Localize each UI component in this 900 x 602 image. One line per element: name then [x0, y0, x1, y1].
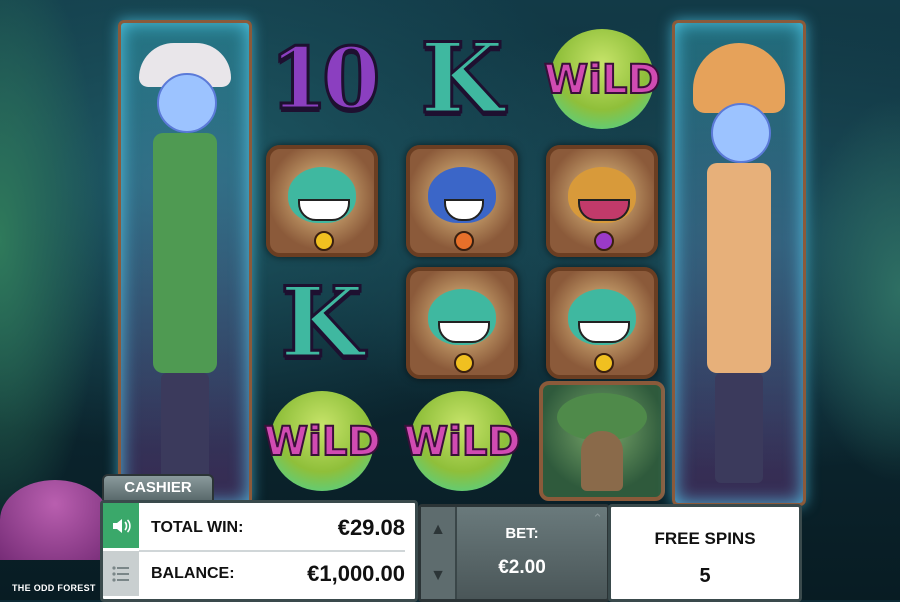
yellow-gem-icon [314, 231, 334, 251]
wild-symbol-text: WiLD [403, 418, 522, 466]
symbol-red-horned-monster [538, 264, 666, 382]
bet-value: €2.00 [498, 557, 546, 578]
ten-symbol-text: 10 [268, 29, 382, 128]
bet-selector: ▲ ▼ ⌃ BET: €2.00 [418, 504, 610, 602]
symbol-king: K [258, 264, 386, 382]
symbol-lion-monster [538, 142, 666, 260]
mushroom-decoration [0, 480, 110, 560]
king-symbol-text: K [279, 266, 365, 379]
cashier-button[interactable]: CASHIER [102, 474, 214, 500]
sound-button[interactable] [103, 503, 139, 548]
win-balance-box: TOTAL WIN: €29.08 BALANCE: €1,000.00 [100, 500, 418, 602]
speaker-icon [113, 518, 131, 533]
elf-character-symbol [135, 43, 235, 483]
elf-legs [161, 373, 209, 483]
chevron-up-icon: ▲ [430, 521, 446, 538]
free-spins-count: 5 [699, 565, 711, 587]
symbol-king: K [398, 20, 526, 138]
bet-decrease-button[interactable]: ▼ [421, 553, 455, 599]
wild-symbol-text: WiLD [263, 418, 382, 466]
menu-icon [112, 565, 129, 582]
free-spins-label: FREE SPINS [654, 529, 756, 548]
mushroom-boy-character-symbol [689, 43, 789, 483]
symbol-blue-monster [398, 142, 526, 260]
symbol-red-horned-monster [258, 142, 386, 260]
elf-body [153, 133, 217, 373]
orange-gem-icon [454, 231, 474, 251]
symbol-ten: 10 [258, 20, 386, 138]
symbol-tree-spirit [538, 381, 666, 501]
chevron-up-icon: ⌃ [592, 511, 603, 526]
symbol-wild: WiLD [538, 20, 666, 138]
symbol-wild: WiLD [398, 382, 526, 500]
total-win-value: €29.08 [337, 514, 405, 540]
balance-row: BALANCE: €1,000.00 [139, 551, 405, 596]
reel-4: WiLD [538, 20, 666, 501]
symbol-red-horned-monster [398, 264, 526, 382]
elf-head [157, 73, 217, 133]
yellow-gem-icon [454, 353, 474, 373]
mushroom-boy-head [711, 103, 771, 163]
mushroom-boy-legs [715, 373, 763, 483]
yellow-gem-icon [594, 353, 614, 373]
chevron-down-icon: ▼ [430, 567, 446, 584]
bet-increase-button[interactable]: ▲ [421, 507, 455, 553]
purple-gem-icon [594, 231, 614, 251]
symbol-wild: WiLD [258, 382, 386, 500]
mushroom-boy-body [707, 163, 771, 373]
reel-grid: 10 K WiLD K WiLD WiLD [118, 20, 806, 510]
wild-symbol-text: WiLD [543, 56, 662, 104]
balance-label: BALANCE: [151, 564, 235, 582]
reel-5-expanded-mushroom-boy [672, 20, 806, 506]
reel-2: 10 K WiLD [258, 20, 386, 500]
total-win-row: TOTAL WIN: €29.08 [139, 505, 405, 552]
reel-1-expanded-elf [118, 20, 252, 506]
balance-value: €1,000.00 [307, 560, 405, 586]
king-symbol-text: K [419, 22, 505, 135]
bet-label: BET: [505, 525, 539, 542]
menu-button[interactable] [103, 551, 139, 596]
total-win-label: TOTAL WIN: [151, 518, 244, 536]
free-spins-box: FREE SPINS 5 [608, 504, 802, 602]
game-title: THE ODD FOREST [12, 583, 96, 593]
foliage-right [790, 80, 900, 500]
control-panel: TOTAL WIN: €29.08 BALANCE: €1,000.00 ▲ ▼… [100, 500, 802, 602]
reel-3: K WiLD [398, 20, 526, 500]
